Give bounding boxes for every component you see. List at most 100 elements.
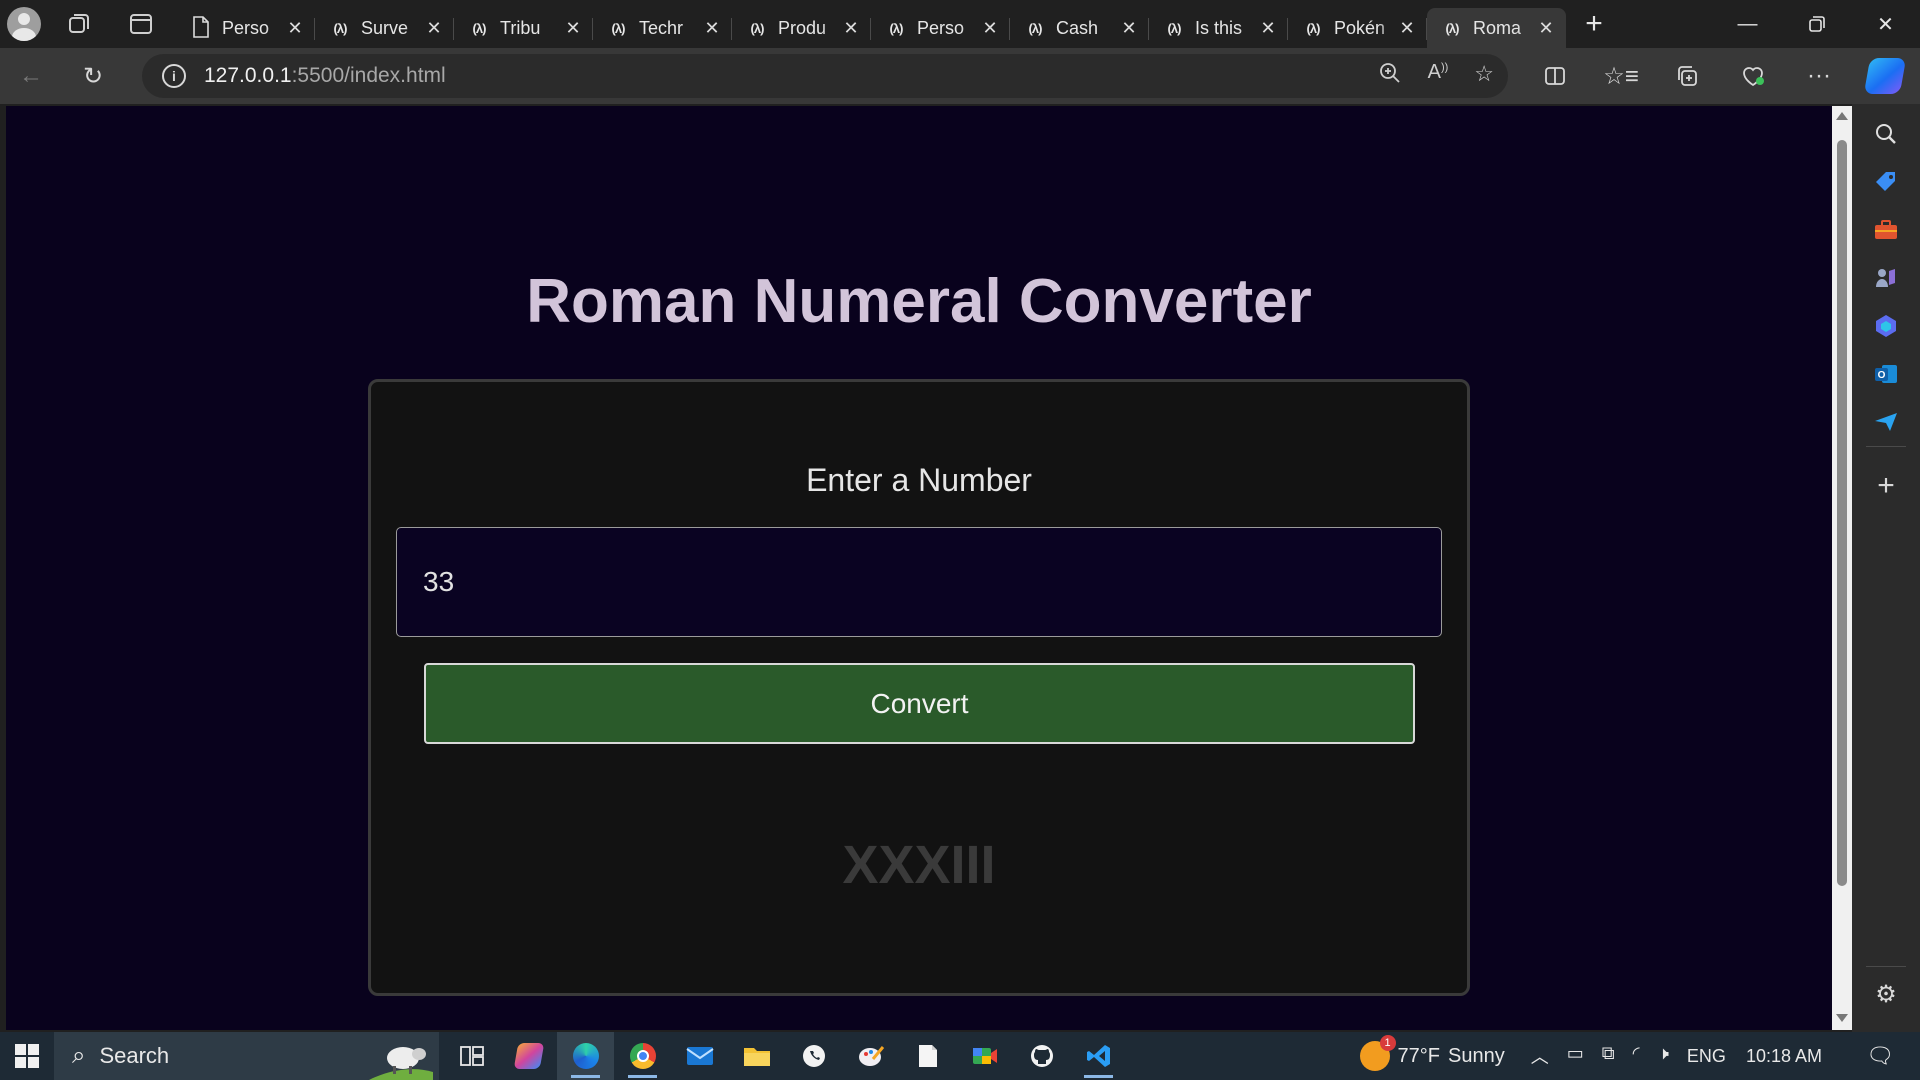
- tab[interactable]: (λ) Cash ✕: [1010, 8, 1149, 48]
- info-icon[interactable]: i: [162, 64, 186, 88]
- mail-icon[interactable]: [671, 1032, 728, 1080]
- fcc-icon: (λ): [1445, 20, 1460, 36]
- file-explorer-icon[interactable]: [728, 1032, 785, 1080]
- address-bar[interactable]: i 127.0.0.1:5500/index.html A)) ☆: [142, 54, 1508, 98]
- scroll-up-icon[interactable]: [1836, 112, 1848, 120]
- tab-active[interactable]: (λ) Roma ✕: [1427, 8, 1566, 48]
- search-icon: ⌕: [72, 1042, 86, 1069]
- url-host: 127.0.0.1: [204, 64, 292, 87]
- whatsapp-icon[interactable]: [785, 1032, 842, 1080]
- tab[interactable]: (λ) Produ ✕: [732, 8, 871, 48]
- close-icon[interactable]: ✕: [424, 18, 444, 39]
- send-icon[interactable]: [1852, 402, 1920, 442]
- workspaces-button[interactable]: [48, 0, 110, 48]
- profile-avatar[interactable]: [0, 0, 48, 48]
- back-button[interactable]: ←: [0, 48, 62, 104]
- notepad-icon[interactable]: [899, 1032, 956, 1080]
- read-aloud-icon[interactable]: A)): [1428, 61, 1449, 91]
- page-icon: [190, 15, 212, 41]
- tab[interactable]: Perso ✕: [176, 8, 315, 48]
- convert-button[interactable]: Convert: [424, 663, 1415, 744]
- close-icon[interactable]: ✕: [1397, 18, 1417, 39]
- zoom-icon[interactable]: [1378, 61, 1402, 91]
- minimize-button[interactable]: —: [1713, 0, 1782, 48]
- plus-icon[interactable]: +: [1852, 466, 1920, 506]
- tray-icons: ︿ ▭ ⧉ ◜ 🕨: [1531, 1043, 1669, 1069]
- scroll-down-icon[interactable]: [1836, 1014, 1848, 1022]
- chevron-up-icon[interactable]: ︿: [1531, 1043, 1549, 1069]
- shopping-tag-icon[interactable]: [1852, 162, 1920, 202]
- sheep-illustration-icon: [369, 1047, 433, 1080]
- toolbar-icons: ☆≡ ···: [1522, 48, 1918, 104]
- tab[interactable]: (λ) Perso ✕: [871, 8, 1010, 48]
- close-icon[interactable]: ✕: [285, 18, 305, 39]
- close-icon[interactable]: ✕: [1119, 18, 1139, 39]
- close-icon[interactable]: ✕: [841, 18, 861, 39]
- restore-icon: [1808, 16, 1825, 32]
- notification-badge: 1: [1379, 1035, 1396, 1051]
- close-icon[interactable]: ✕: [702, 18, 722, 39]
- tab[interactable]: (λ) Surve ✕: [315, 8, 454, 48]
- taskbar-search[interactable]: ⌕ Search: [54, 1032, 439, 1080]
- language-indicator[interactable]: ENG: [1687, 1046, 1726, 1067]
- page-scrollbar[interactable]: [1832, 106, 1852, 1030]
- meet-now-icon[interactable]: ⧉: [1602, 1043, 1615, 1069]
- number-input[interactable]: [396, 527, 1442, 637]
- gear-icon[interactable]: ⚙: [1852, 974, 1920, 1014]
- fcc-icon: (λ): [611, 20, 626, 36]
- tab[interactable]: (λ) Techr ✕: [593, 8, 732, 48]
- search-icon[interactable]: [1852, 114, 1920, 154]
- browser-essentials-button[interactable]: [1720, 48, 1786, 104]
- tab[interactable]: (λ) Tribu ✕: [454, 8, 593, 48]
- tools-icon[interactable]: [1852, 210, 1920, 250]
- close-icon[interactable]: ✕: [1536, 18, 1556, 39]
- close-icon[interactable]: ✕: [563, 18, 583, 39]
- github-icon[interactable]: [1013, 1032, 1070, 1080]
- tab-title: Perso: [222, 17, 270, 38]
- weather-widget[interactable]: 1 77°F Sunny: [1359, 1035, 1505, 1071]
- wifi-icon[interactable]: ◜: [1633, 1043, 1640, 1069]
- tab[interactable]: (λ) Pokén ✕: [1288, 8, 1427, 48]
- outlook-icon[interactable]: O: [1852, 354, 1920, 394]
- copilot-icon[interactable]: [500, 1032, 557, 1080]
- copilot-button[interactable]: [1852, 48, 1918, 104]
- sidebar-divider: [1866, 446, 1906, 447]
- notifications-button[interactable]: 🗨: [1858, 1043, 1902, 1069]
- meet-icon[interactable]: [956, 1032, 1013, 1080]
- tab-title: Produ: [778, 17, 827, 38]
- tab[interactable]: (λ) Is this ✕: [1149, 8, 1288, 48]
- close-window-button[interactable]: ✕: [1851, 0, 1920, 48]
- games-icon[interactable]: [1852, 258, 1920, 298]
- fcc-icon: (λ): [889, 20, 904, 36]
- volume-muted-icon[interactable]: 🕨: [1658, 1043, 1669, 1069]
- close-icon[interactable]: ✕: [1258, 18, 1278, 39]
- scrollbar-thumb[interactable]: [1837, 140, 1847, 886]
- collections-icon: [1678, 66, 1697, 86]
- task-view-icon[interactable]: [443, 1032, 500, 1080]
- workspaces-icon: [69, 14, 89, 33]
- edge-icon[interactable]: [557, 1032, 614, 1080]
- chrome-icon[interactable]: [614, 1032, 671, 1080]
- close-icon[interactable]: ✕: [980, 18, 1000, 39]
- new-tab-button[interactable]: +: [1566, 0, 1622, 48]
- favorites-button[interactable]: ☆≡: [1588, 48, 1654, 104]
- paint-icon[interactable]: [842, 1032, 899, 1080]
- split-screen-button[interactable]: [1522, 48, 1588, 104]
- vertical-tabs-icon: [130, 14, 152, 34]
- plus-icon: +: [1585, 7, 1603, 40]
- restore-button[interactable]: [1782, 0, 1851, 48]
- clock[interactable]: 10:18 AM: [1746, 1046, 1822, 1067]
- settings-more-button[interactable]: ···: [1786, 48, 1852, 104]
- vscode-icon[interactable]: [1070, 1032, 1127, 1080]
- collections-button[interactable]: [1654, 48, 1720, 104]
- tab-actions-button[interactable]: [110, 0, 172, 48]
- refresh-button[interactable]: ↻: [62, 48, 124, 104]
- windows-taskbar: ⌕ Search 1 77°F Sunny ︿ ▭ ⧉ ◜ 🕨 ENG 10:1…: [0, 1032, 1920, 1080]
- star-icon[interactable]: ☆: [1474, 61, 1494, 91]
- split-screen-icon: [1545, 67, 1565, 85]
- chat-bubble-icon: 🗨: [1866, 1043, 1894, 1068]
- converter-card: Enter a Number Convert XXXIII: [368, 379, 1470, 996]
- copilot-sidebar-icon[interactable]: [1852, 306, 1920, 346]
- battery-icon[interactable]: ▭: [1567, 1043, 1584, 1069]
- start-button[interactable]: [0, 1032, 54, 1080]
